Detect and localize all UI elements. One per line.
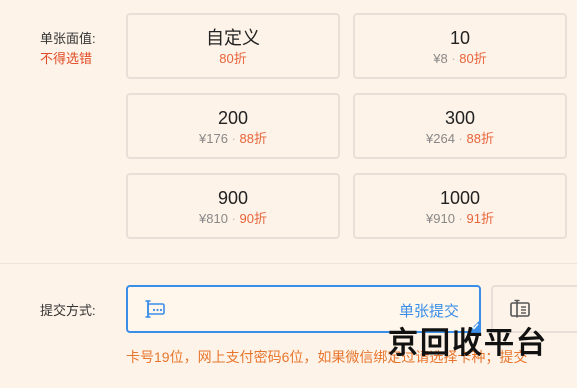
card-title: 1000	[439, 188, 481, 208]
card-discount: 88折	[466, 131, 494, 146]
card-price: ¥8	[433, 51, 448, 66]
card-price: ¥910	[426, 211, 455, 226]
card-title: 自定义	[206, 28, 260, 48]
card-title: 10	[449, 28, 471, 48]
site-watermark: 京回收平台	[388, 326, 548, 361]
card-option-200[interactable]: 200 ¥176 · 88折	[126, 93, 340, 159]
card-option-900[interactable]: 900 ¥810 · 90折	[126, 173, 340, 239]
card-title: 300	[444, 108, 476, 128]
face-value-warning: 不得选错	[40, 51, 93, 66]
card-title: 200	[217, 108, 249, 128]
card-discount: 88折	[239, 131, 267, 146]
card-option-10[interactable]: 10 ¥8 · 80折	[353, 13, 567, 79]
card-discount: 80折	[219, 51, 247, 66]
card-price: ¥176	[199, 131, 228, 146]
card-discount: 90折	[239, 211, 267, 226]
card-price: ¥810	[199, 211, 228, 226]
card-discount: 91折	[466, 211, 494, 226]
card-option-custom[interactable]: 自定义 80折	[126, 13, 340, 79]
card-option-1000[interactable]: 1000 ¥910 · 91折	[353, 173, 567, 239]
face-value-label: 单张面值:	[40, 31, 96, 46]
card-price: ¥264	[426, 131, 455, 146]
card-title: 900	[217, 188, 249, 208]
card-discount: 80折	[459, 51, 487, 66]
section-divider	[0, 263, 577, 264]
card-option-300[interactable]: 300 ¥264 · 88折	[353, 93, 567, 159]
submit-method-label: 提交方式:	[40, 303, 96, 318]
card-input-icon	[144, 299, 166, 324]
